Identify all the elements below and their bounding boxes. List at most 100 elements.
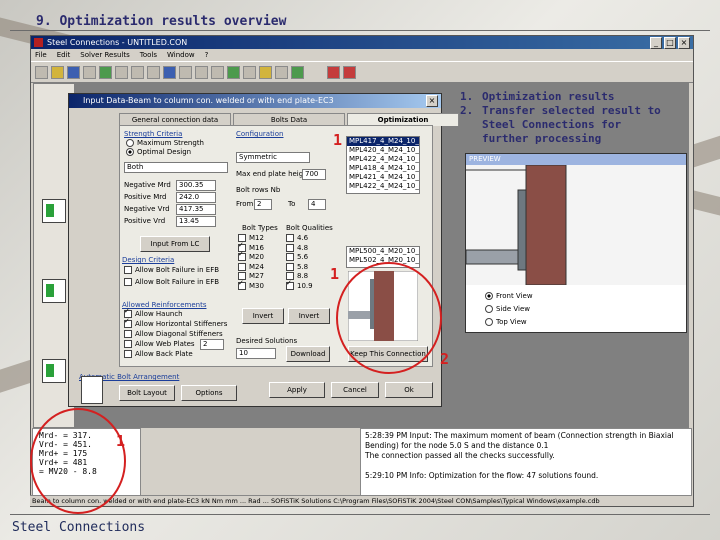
log-line: The connection passed all the checks suc…: [365, 451, 555, 460]
bolt-type-checkbox[interactable]: M20: [238, 250, 264, 263]
log-line: Bending) for the node 5.0 S and the dist…: [365, 441, 549, 450]
tool-icon[interactable]: [227, 65, 240, 79]
bolt-quality-checkbox[interactable]: 4.8: [286, 243, 313, 254]
tool-icon[interactable]: [147, 65, 160, 79]
annotation-marker: 1: [333, 131, 343, 149]
design-criteria-checkbox[interactable]: Allow Bolt Failure in EFB: [124, 278, 219, 286]
load-label: Positive Mrd: [124, 193, 167, 201]
bolt-quality-checkbox[interactable]: 10.9: [286, 279, 313, 292]
bolt-quality-checkbox[interactable]: 5.6: [286, 253, 313, 263]
toolbar: [31, 61, 693, 83]
bolt-type-checkbox[interactable]: M24: [238, 262, 264, 273]
top-view-radio[interactable]: Top View: [485, 316, 533, 329]
negative-vrd-field[interactable]: 417.35: [176, 204, 216, 215]
bolt-quality-checkbox[interactable]: 5.8: [286, 262, 313, 273]
menu-window[interactable]: Window: [167, 49, 195, 61]
step-text: further processing: [482, 132, 602, 145]
list-item[interactable]: MPL500_4_M20_10_0: [347, 247, 419, 256]
maximum-strength-radio[interactable]: Maximum Strength: [126, 139, 204, 147]
menu-solver-results[interactable]: Solver Results: [80, 49, 130, 61]
desired-solutions-field[interactable]: 10: [236, 348, 276, 359]
design-criteria-checkbox[interactable]: Allow Bolt Failure in EFB: [124, 266, 219, 274]
side-view-radio[interactable]: Side View: [485, 303, 533, 316]
help-icon[interactable]: [243, 65, 256, 79]
bolt-types-list: M12 M16 M20 M24 M27 M30: [238, 234, 264, 291]
tool-icon[interactable]: [291, 65, 304, 79]
input-from-lc-button[interactable]: Input From LC: [140, 236, 210, 252]
print-icon[interactable]: [83, 65, 96, 79]
menu-edit[interactable]: Edit: [57, 49, 71, 61]
bolt-rows-from-field[interactable]: 2: [254, 199, 272, 210]
bolt-rows-to-field[interactable]: 4: [308, 199, 326, 210]
load-combo-select[interactable]: Both: [124, 162, 228, 173]
positive-vrd-field[interactable]: 13.45: [176, 216, 216, 227]
menu-file[interactable]: File: [35, 49, 47, 61]
tool-icon[interactable]: [131, 65, 144, 79]
bolt-quality-checkbox[interactable]: 4.6: [286, 234, 313, 244]
bolt-rows-label: Bolt rows Nb: [236, 186, 281, 194]
save-icon[interactable]: [67, 65, 80, 79]
cancel-button[interactable]: Cancel: [331, 382, 379, 398]
ok-button[interactable]: Ok: [385, 382, 433, 398]
tool-icon[interactable]: [259, 65, 272, 79]
tool-icon[interactable]: [211, 65, 224, 79]
connection-type-icon[interactable]: [42, 359, 66, 383]
list-item[interactable]: MPL420_4_M24_10_0: [347, 146, 419, 155]
dialog-close-button[interactable]: ×: [426, 95, 438, 107]
bolt-arrangement-icon: [81, 376, 103, 404]
minimize-button[interactable]: _: [650, 37, 662, 49]
close-doc-icon[interactable]: [343, 65, 356, 79]
connection-type-icon[interactable]: [42, 279, 66, 303]
menu-bar: File Edit Solver Results Tools Window ?: [31, 49, 693, 61]
positive-mrd-field[interactable]: 242.0: [176, 192, 216, 203]
app-title: Steel Connections - UNTITLED.CON: [47, 38, 188, 47]
maximize-button[interactable]: □: [664, 37, 676, 49]
allow-web-plates-checkbox[interactable]: Allow Web Plates: [124, 340, 195, 348]
list-item[interactable]: MPL422_4_M24_10_0: [347, 182, 419, 191]
allow-haunch-checkbox[interactable]: Allow Haunch: [124, 307, 183, 318]
optimal-design-radio[interactable]: Optimal Design: [126, 148, 191, 156]
options-button[interactable]: Options: [181, 385, 237, 401]
new-file-icon[interactable]: [35, 65, 48, 79]
allow-horizontal-stiffeners-checkbox[interactable]: Allow Horizontal Stiffeners: [124, 317, 227, 328]
open-folder-icon[interactable]: [51, 65, 64, 79]
list-item[interactable]: MPL417_4_M24_10_0: [347, 137, 419, 146]
tool-icon[interactable]: [179, 65, 192, 79]
dialog-title: Input Data-Beam to column con. welded or…: [69, 94, 441, 108]
max-plate-height-label: Max end plate height: [236, 170, 311, 178]
bolt-layout-button[interactable]: Bolt Layout: [119, 385, 175, 401]
tool-icon[interactable]: [275, 65, 288, 79]
app-logo-icon: [34, 38, 43, 47]
web-plates-count-field[interactable]: 2: [200, 339, 224, 350]
download-button[interactable]: Download: [286, 346, 330, 362]
list-item[interactable]: MPL418_4_M24_10_0: [347, 164, 419, 173]
tool-icon[interactable]: [195, 65, 208, 79]
bolt-types-heading: Bolt Types: [242, 224, 278, 232]
report-icon[interactable]: [327, 65, 340, 79]
invert-bolt-qualities-button[interactable]: Invert: [288, 308, 330, 324]
connection-type-icon[interactable]: [42, 199, 66, 223]
menu-help[interactable]: ?: [205, 49, 209, 61]
list-item[interactable]: MPL421_4_M24_10_0: [347, 173, 419, 182]
max-plate-height-field[interactable]: 700: [302, 169, 326, 180]
bolt-type-checkbox[interactable]: M30: [238, 279, 264, 292]
close-button[interactable]: ×: [678, 37, 690, 49]
invert-bolt-types-button[interactable]: Invert: [242, 308, 284, 324]
log-line: 5:28:39 PM Input: The maximum moment of …: [365, 431, 674, 440]
annotation-marker: 1: [330, 265, 340, 283]
configuration-select[interactable]: Symmetric: [236, 152, 310, 163]
monitor-icon[interactable]: [163, 65, 176, 79]
allow-back-plate-checkbox[interactable]: Allow Back Plate: [124, 350, 193, 358]
menu-tools[interactable]: Tools: [140, 49, 157, 61]
apply-button[interactable]: Apply: [269, 382, 325, 398]
allow-diagonal-stiffeners-checkbox[interactable]: Allow Diagonal Stiffeners: [124, 330, 223, 338]
list-item[interactable]: MPL422_4_M24_10_0: [347, 155, 419, 164]
annotation-marker: 1: [116, 432, 126, 450]
annotation-marker: 2: [440, 350, 450, 368]
front-view-radio[interactable]: Front View: [485, 290, 533, 303]
tool-icon[interactable]: [99, 65, 112, 79]
optimization-results-list[interactable]: MPL417_4_M24_10_0 MPL420_4_M24_10_0 MPL4…: [346, 136, 420, 194]
app-title-bar: Steel Connections - UNTITLED.CON _ □ ×: [31, 36, 693, 49]
tool-icon[interactable]: [115, 65, 128, 79]
negative-mrd-field[interactable]: 300.35: [176, 180, 216, 191]
